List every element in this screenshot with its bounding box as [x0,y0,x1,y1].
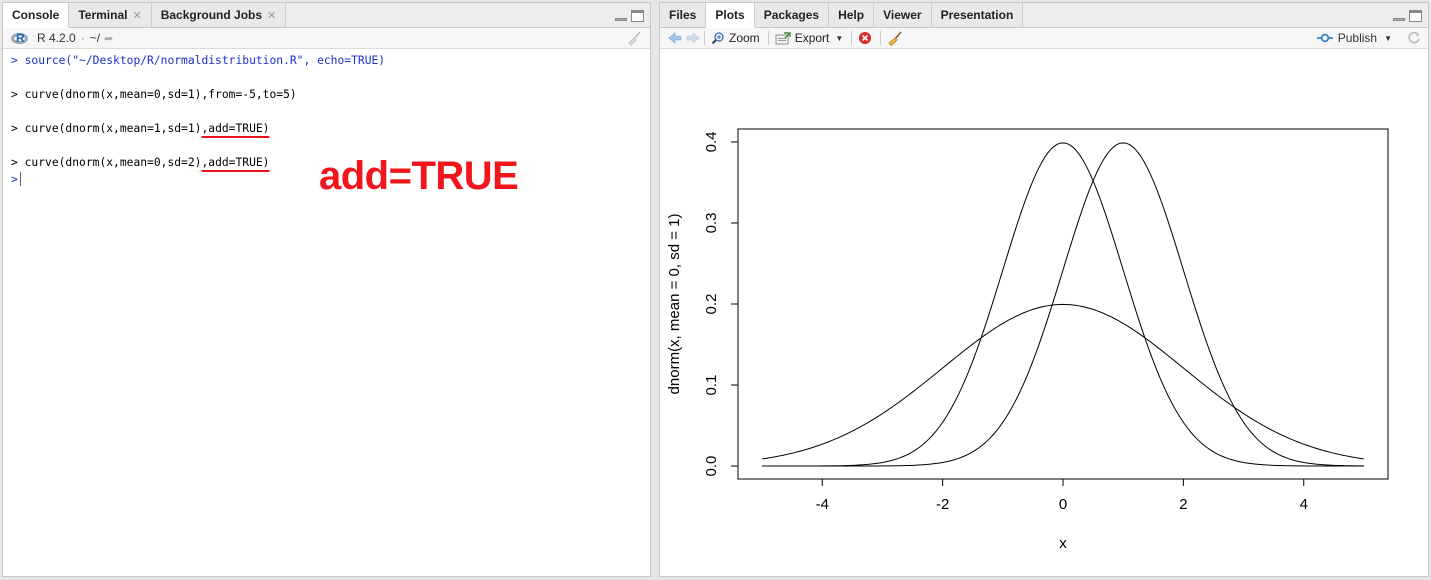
y-tick-label: 0.3 [703,213,720,234]
tab-help-label: Help [838,8,865,22]
toolbar-divider [851,31,853,45]
toolbar-divider [880,31,882,45]
x-tick-label: 2 [1179,496,1187,513]
tab-files-label: Files [669,8,697,22]
console-line: > curve(dnorm(x,mean=0,sd=1),from=-5,to=… [11,88,297,101]
maximize-icon[interactable] [1409,10,1422,22]
x-axis-label: x [1059,535,1067,552]
r-version: R 4.2.0 [37,31,76,45]
export-label: Export [794,31,830,45]
toolbar-divider [704,31,705,45]
x-tick-label: -2 [936,496,949,513]
tab-background-jobs[interactable]: Background Jobs ✕ [151,3,287,27]
plots-pane: Files Plots Packages Help Viewer Present… [659,2,1429,577]
export-icon [775,31,791,44]
zoom-button[interactable]: Zoom [711,31,760,45]
underlined-add-true: ,add=TRUE) [201,156,270,169]
text-cursor [19,172,21,186]
tab-console-label: Console [12,8,60,22]
minimize-icon[interactable] [615,18,627,21]
tab-presentation[interactable]: Presentation [931,3,1024,27]
clear-plots-broom-icon[interactable] [887,30,903,46]
y-tick-label: 0.0 [703,456,720,477]
zoom-label: Zoom [729,31,760,45]
density-plot: -4 -2 0 2 4 0.0 0.1 0.2 0.3 0.4 x dnorm(x, mean = 0… [666,128,1389,552]
plots-toolbar: Zoom Export ▼ Publish ▼ [660,28,1428,49]
refresh-icon[interactable] [1406,30,1422,46]
tab-plots[interactable]: Plots [706,3,755,28]
export-button[interactable]: Export ▼ [775,31,844,45]
tab-help[interactable]: Help [829,3,875,27]
y-tick-label: 0.1 [703,375,720,396]
density-curve-mean0-sd2 [761,303,1365,460]
y-axis-label: dnorm(x, mean = 0, sd = 1) [666,214,683,395]
plots-tabbar: Files Plots Packages Help Viewer Present… [660,3,1428,28]
tab-packages[interactable]: Packages [754,3,830,27]
annotation-label: add=TRUE [319,154,519,198]
close-icon[interactable]: ✕ [267,9,276,22]
window-controls [1393,10,1422,22]
plot-axes-group: -4 -2 0 2 4 0.0 0.1 0.2 0.3 0.4 x dnorm(x, mean = 0… [666,128,1389,552]
tab-console[interactable]: Console [3,3,70,28]
console-output[interactable]: > source("~/Desktop/R/normaldistribution… [3,49,650,569]
tab-viewer-label: Viewer [883,8,922,22]
back-arrow-icon[interactable] [668,32,682,44]
tab-terminal[interactable]: Terminal ✕ [69,3,152,27]
remove-plot-icon[interactable] [858,31,872,45]
zoom-icon [711,32,724,45]
clear-console-icon[interactable] [626,30,642,46]
y-tick-label: 0.4 [703,132,720,153]
console-pane: Console Terminal ✕ Background Jobs ✕ R R… [2,2,651,577]
maximize-icon[interactable] [631,10,644,22]
close-icon[interactable]: ✕ [132,9,141,22]
publish-icon [1316,33,1333,43]
toolbar-divider [767,31,769,45]
chevron-down-icon: ▼ [1384,33,1392,43]
r-logo-icon: R [11,31,29,45]
x-tick-label: -4 [816,496,829,513]
window-controls [615,10,644,22]
minimize-icon[interactable] [1393,18,1405,21]
separator: · [80,31,85,45]
publish-label: Publish [1337,31,1378,45]
x-tick-label: 4 [1300,496,1308,513]
tab-terminal-label: Terminal [78,8,128,22]
chevron-down-icon: ▼ [835,33,844,43]
tab-files[interactable]: Files [660,3,707,27]
plot-area: -4 -2 0 2 4 0.0 0.1 0.2 0.3 0.4 x dnorm(x, mean = 0… [660,50,1428,572]
go-to-directory-icon[interactable]: ➦ [104,32,113,45]
console-toolbar: R R 4.2.0 · ~/ ➦ [3,28,650,49]
forward-arrow-icon[interactable] [686,32,700,44]
console-line: > source("~/Desktop/R/normaldistribution… [11,54,386,67]
tab-background-jobs-label: Background Jobs [160,8,263,22]
y-tick-label: 0.2 [703,294,720,315]
tab-presentation-label: Presentation [940,8,1014,22]
publish-button[interactable]: Publish ▼ [1316,31,1392,45]
console-tabbar: Console Terminal ✕ Background Jobs ✕ [3,3,650,28]
x-tick-label: 0 [1059,496,1067,513]
plot-series-group [761,142,1365,467]
tab-plots-label: Plots [715,8,745,22]
tab-packages-label: Packages [763,8,820,22]
tab-viewer[interactable]: Viewer [874,3,932,27]
working-directory: ~/ [89,31,101,45]
console-line: > curve(dnorm(x,mean=1,sd=1),add=TRUE) [11,122,270,135]
underlined-add-true: ,add=TRUE) [201,122,270,135]
